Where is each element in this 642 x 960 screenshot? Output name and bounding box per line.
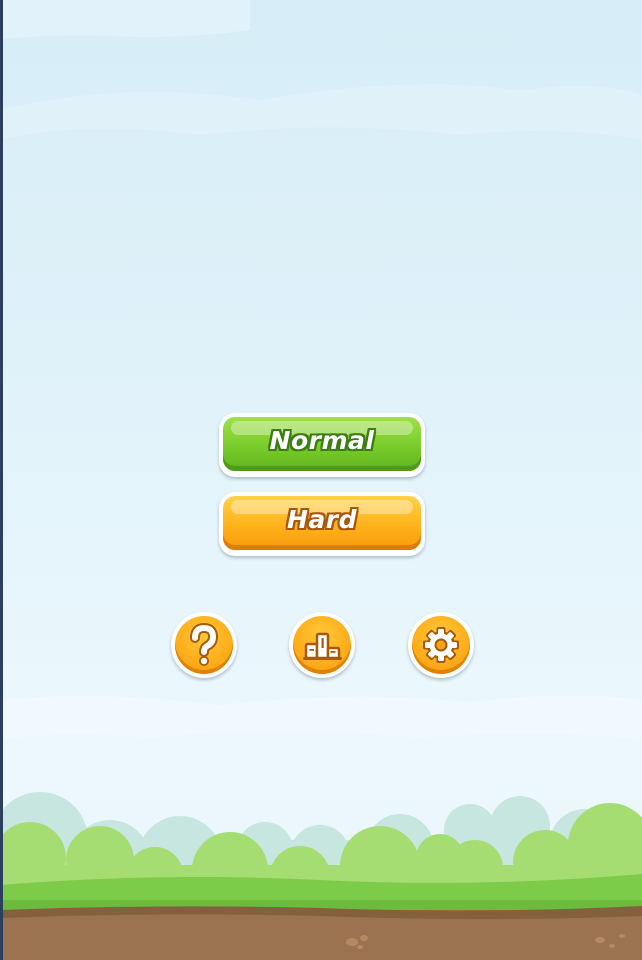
leaderboard-button[interactable] xyxy=(289,612,355,678)
game-menu-screen: Normal Hard xyxy=(0,0,642,960)
help-button[interactable] xyxy=(171,612,237,678)
hard-button-label: Hard xyxy=(286,505,358,534)
settings-button[interactable] xyxy=(408,612,474,678)
hard-mode-button[interactable]: Hard xyxy=(219,492,425,556)
podium-icon xyxy=(303,632,342,660)
gear-icon xyxy=(423,627,459,663)
window-edge xyxy=(0,0,3,960)
normal-button-label: Normal xyxy=(269,426,375,455)
normal-mode-button[interactable]: Normal xyxy=(219,413,425,477)
background-scenery xyxy=(0,0,642,960)
question-mark-icon xyxy=(190,623,218,666)
